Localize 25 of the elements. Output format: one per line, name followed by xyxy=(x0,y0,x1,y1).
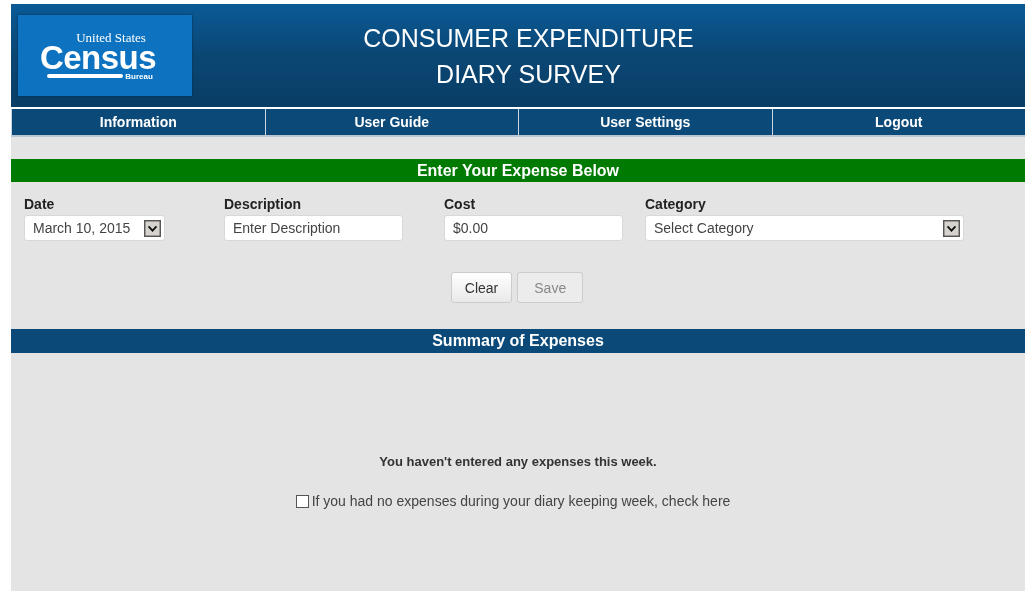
dropdown-arrow-icon xyxy=(144,219,161,237)
nav-link[interactable]: Information xyxy=(11,109,265,135)
section-heading: Enter Your Expense Below xyxy=(11,159,1025,182)
logo-text: United States xyxy=(76,30,146,44)
dropdown[interactable]: Select Category xyxy=(645,215,964,241)
field-label: Date xyxy=(24,196,56,214)
nav-link[interactable]: User Settings xyxy=(518,109,772,135)
field-label: Cost xyxy=(444,196,477,214)
section-heading: Summary of Expenses xyxy=(11,329,1025,353)
field-label: Description xyxy=(224,196,302,214)
checkbox-label: If you had no expenses during your diary keeping week, check here xyxy=(311,493,731,509)
logo-text: Bureau xyxy=(125,71,153,81)
field-label: Category xyxy=(645,196,707,214)
input-field[interactable]: $0.00 xyxy=(444,215,623,241)
page-title: CONSUMER EXPENDITURE xyxy=(362,23,695,54)
empty-message: You haven't entered any expenses this week. xyxy=(378,454,658,469)
nav-link[interactable]: Logout xyxy=(771,109,1025,135)
nav-link[interactable]: User Guide xyxy=(264,109,518,135)
form-button[interactable]: Clear xyxy=(450,272,513,303)
checkbox[interactable] xyxy=(295,494,309,508)
input-field[interactable]: Enter Description xyxy=(224,215,403,241)
dropdown-arrow-icon xyxy=(943,219,960,237)
page-title: DIARY SURVEY xyxy=(435,59,622,90)
dropdown[interactable]: March 10, 2015 xyxy=(24,215,165,241)
logo-wordmark: Census xyxy=(39,43,157,72)
